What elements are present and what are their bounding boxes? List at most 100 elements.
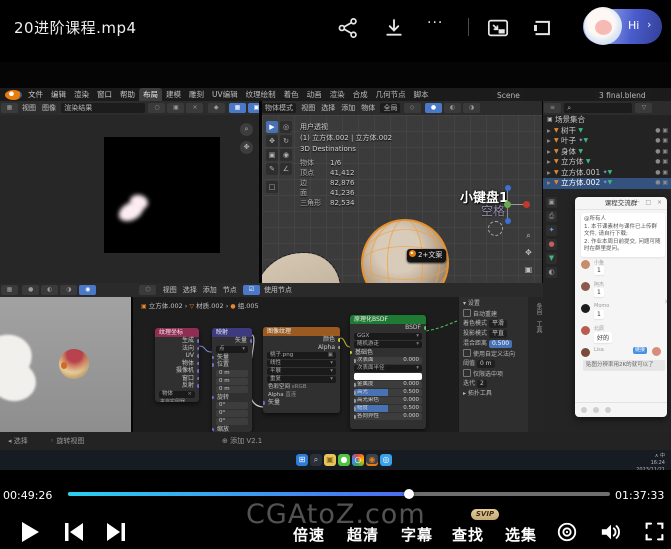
image-editor-menu-view[interactable]: 视图 — [19, 104, 39, 112]
subsurface-method-dropdown[interactable]: 随机游走▾ — [354, 341, 422, 348]
outliner-item[interactable]: ▸▼ 树干 ▼● ▣ — [543, 126, 671, 137]
more-button[interactable]: ··· — [427, 15, 449, 37]
menu-help[interactable]: 帮助 — [116, 88, 139, 101]
editor-type-icon[interactable]: ▦ — [1, 103, 18, 113]
viewlayer-selector[interactable]: 3 final.blend — [595, 89, 650, 101]
pip-button[interactable] — [487, 17, 509, 39]
tab-data-icon[interactable]: ▼ — [546, 253, 557, 264]
menu-edit[interactable]: 编辑 — [47, 88, 70, 101]
outliner-item-selected[interactable]: ▸▼ 立方体.002 ✦▼● ▣ — [543, 178, 671, 189]
chat-collapse-arrow[interactable]: › — [664, 297, 667, 307]
viewport-camera-icon[interactable]: ▣ — [522, 263, 535, 276]
interpolation-dropdown[interactable]: 线性▾ — [267, 360, 336, 367]
volume-button[interactable] — [600, 521, 622, 543]
node-menu-add[interactable]: 添加 — [200, 286, 220, 294]
viewport-canvas[interactable]: ▶ ◎ ✥ ↻ ▣ ◉ ✎ ∠ □ 用户透视 (1) 立方体.002 | 立方体… — [262, 115, 542, 283]
tab-modifier-icon[interactable]: ✦ — [546, 225, 557, 236]
node-menu-view[interactable]: 视图 — [160, 286, 180, 294]
eye-icon[interactable]: ● ▣ — [655, 168, 668, 179]
unlink-icon[interactable]: × — [186, 103, 203, 113]
outliner-item[interactable]: ▸▼ 立方体 ▼● ▣ — [543, 157, 671, 168]
node-texture-coordinate[interactable]: 纹理坐标 生成 法向 UV 物体 摄像机 窗口 反射 物体× 来自实例器 — [155, 328, 199, 402]
attach-icon[interactable] — [593, 407, 599, 413]
workspace-tab-geonodes[interactable]: 几何节点 — [372, 88, 410, 101]
shader-editor-icon[interactable]: ⬡ — [139, 285, 156, 295]
tool-cursor[interactable]: ◎ — [280, 121, 292, 133]
tab-output-icon[interactable]: ⎙ — [546, 211, 557, 222]
outliner-item[interactable]: ▸▼ 身体 ▼● ▣ — [543, 147, 671, 158]
mode-selector[interactable]: 物体模式 — [262, 103, 296, 113]
shading-material-icon[interactable]: ◐ — [444, 103, 461, 113]
menu-file[interactable]: 文件 — [24, 88, 47, 101]
extension-dropdown[interactable]: 重复▾ — [267, 376, 336, 383]
new-image-icon[interactable]: ○ — [148, 103, 165, 113]
viewport-menu-view[interactable]: 视图 — [298, 104, 318, 112]
chrome-icon[interactable]: ○ — [352, 454, 364, 466]
filter-icon[interactable]: ▽ — [635, 103, 652, 113]
tab-scene-icon[interactable]: ◐ — [546, 267, 557, 278]
image-editor-canvas[interactable]: ⌕ ✥ — [0, 115, 259, 283]
tool-select-box[interactable]: ▶ — [266, 121, 278, 133]
channel-toggle-icon[interactable]: ▦ — [229, 103, 246, 113]
subtitles-button[interactable]: 字幕 — [401, 524, 433, 545]
menu-window[interactable]: 窗口 — [93, 88, 116, 101]
transform-orientation[interactable]: 全局 — [380, 103, 400, 113]
tab-item[interactable]: 条目 — [528, 303, 543, 315]
workspace-tab-layout[interactable]: 布局 — [139, 88, 162, 101]
viewport-pan-icon[interactable]: ✥ — [522, 246, 535, 259]
link-badge[interactable]: 链接 — [633, 347, 647, 354]
mapping-type-dropdown[interactable]: 点▾ — [216, 346, 248, 353]
workspace-tab-texpaint[interactable]: 纹理绘制 — [242, 88, 280, 101]
mini-window-button[interactable] — [530, 17, 552, 39]
distribution-dropdown[interactable]: GGX▾ — [354, 333, 422, 340]
tab-tool[interactable]: 工具 — [528, 321, 543, 333]
wechat-icon[interactable]: ● — [338, 454, 350, 466]
shading-rendered-icon[interactable]: ◉ — [79, 285, 96, 295]
menu-render[interactable]: 渲染 — [70, 88, 93, 101]
shading-sphere3-icon[interactable]: ◑ — [60, 285, 77, 295]
zoom-gizmo-icon[interactable]: ⌕ — [240, 123, 253, 136]
shading-solid-icon[interactable]: ● — [425, 103, 442, 113]
tool-rotate[interactable]: ↻ — [280, 135, 292, 147]
tool-annotate[interactable]: ✎ — [266, 163, 278, 175]
node-mapping[interactable]: 映射 矢量 点▾ 矢量 位置 0 m 0 m 0 m 旋转 0° 0° 0° 缩… — [212, 328, 252, 432]
workspace-tab-render[interactable]: 渲染 — [326, 88, 349, 101]
workspace-tab-script[interactable]: 脚本 — [410, 88, 433, 101]
episodes-button[interactable]: 选集 — [505, 524, 537, 545]
subsurface-color-swatch[interactable] — [354, 373, 422, 380]
progress-thumb[interactable] — [404, 489, 414, 499]
from-instancer-checkbox[interactable]: 来自实例器 — [155, 399, 199, 403]
outliner-item[interactable]: ▸▼ 立方体.001 ✦▼● ▣ — [543, 168, 671, 179]
speed-button[interactable]: 倍速 — [293, 524, 325, 545]
download-button[interactable] — [383, 17, 405, 39]
pan-gizmo-icon[interactable]: ✥ — [240, 141, 253, 154]
tool-scale[interactable]: ▣ — [266, 149, 278, 161]
workspace-tab-shading[interactable]: 着色 — [280, 88, 303, 101]
outliner-root[interactable]: ▣ 场景集合 — [543, 115, 671, 126]
eye-icon[interactable]: ● ▣ — [655, 147, 668, 158]
taskbar-search-icon[interactable]: ⌕ — [310, 454, 322, 466]
file-explorer-icon[interactable]: ▣ — [324, 454, 336, 466]
fullscreen-button[interactable] — [644, 521, 665, 542]
profile-button[interactable]: Hi › — [583, 9, 662, 44]
viewport-menu-object[interactable]: 物体 — [358, 104, 378, 112]
workspace-tab-sculpt[interactable]: 雕刻 — [185, 88, 208, 101]
quality-button[interactable]: 超清 — [347, 524, 379, 545]
tool-move[interactable]: ✥ — [266, 135, 278, 147]
find-button[interactable]: 查找 — [452, 524, 484, 545]
start-button[interactable]: ⊞ — [296, 454, 308, 466]
tab-material-icon[interactable]: ● — [546, 239, 557, 250]
viewport-menu-add[interactable]: 添加 — [338, 104, 358, 112]
shading-sphere2-icon[interactable]: ◐ — [41, 285, 58, 295]
eye-icon[interactable]: ● ▣ — [655, 178, 668, 189]
settings-header[interactable]: ▾ 设置 — [459, 299, 529, 309]
blender-taskbar-icon[interactable]: ◉ — [366, 454, 378, 466]
outliner-type-icon[interactable]: ≡ — [544, 103, 561, 113]
node-menu-node[interactable]: 节点 — [220, 286, 240, 294]
overlays-icon[interactable]: ◑ — [463, 103, 480, 113]
image-editor-menu-image[interactable]: 图像 — [39, 104, 59, 112]
workspace-tab-uv[interactable]: UV编辑 — [208, 88, 242, 101]
video-frame[interactable]: 文件编辑渲染窗口帮助布局建模雕刻UV编辑纹理绘制着色动画渲染合成几何节点脚本 S… — [0, 62, 671, 470]
node-principled-bsdf[interactable]: 原理化BSDF BSDF GGX▾ 随机游走▾ 基础色 次表面0.000 次表面… — [350, 315, 426, 429]
pin-icon[interactable]: ◆ — [208, 103, 225, 113]
